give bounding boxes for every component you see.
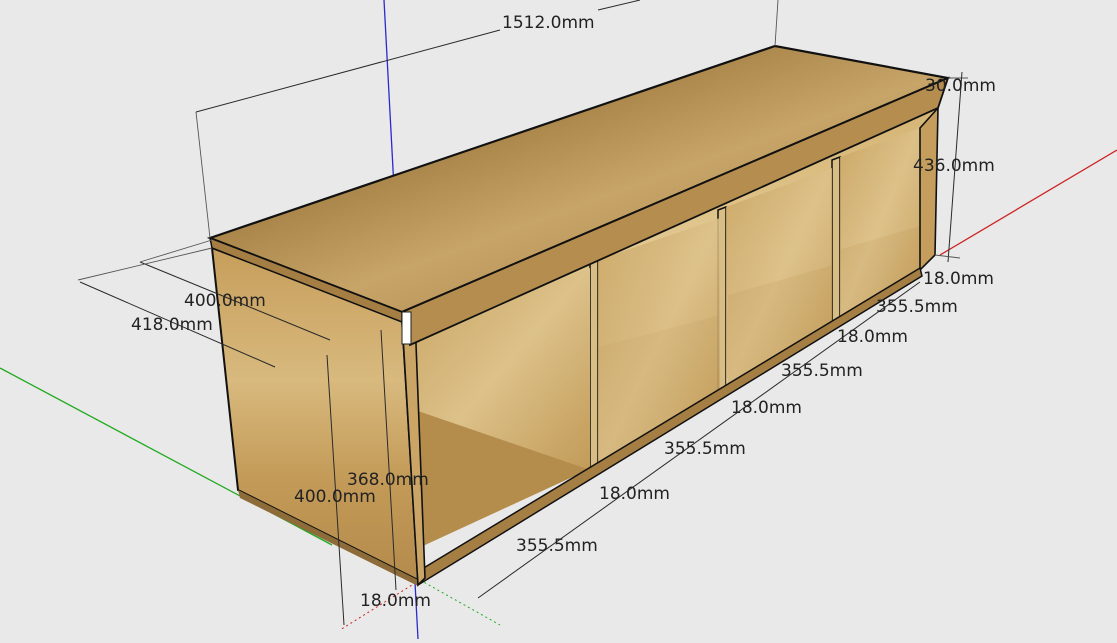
dim-height-right: 436.0mm [913,156,995,176]
model-canvas[interactable]: 1512.0mm 30.0mm 436.0mm 18.0mm 355.5mm 1… [0,0,1117,640]
selection-highlight [401,311,412,345]
dim-bottom-thickness: 18.0mm [360,591,431,611]
dim-divider-2: 18.0mm [731,398,802,418]
sketchup-viewport[interactable]: 1512.0mm 30.0mm 436.0mm 18.0mm 355.5mm 1… [0,0,1117,640]
dim-cell-4: 355.5mm [876,297,958,317]
dim-overall-length: 1512.0mm [502,13,595,33]
dim-cell-3: 355.5mm [781,361,863,381]
divider-3 [831,155,841,326]
dim-divider-3: 18.0mm [837,327,908,347]
dim-inner-depth: 400.0mm [184,291,266,311]
dim-divider-1: 18.0mm [599,484,670,504]
dim-side-height: 400.0mm [294,487,376,507]
divider-1 [589,259,599,474]
dim-cell-1: 355.5mm [516,536,598,556]
dim-outer-depth: 418.0mm [131,315,213,335]
dim-side-bottom-right: 18.0mm [923,269,994,289]
right-side-panel [919,105,939,272]
divider-3-face [840,128,920,318]
green-axis-dotted [419,579,501,626]
dim-cell-2: 355.5mm [664,439,746,459]
dim-top-thickness: 30.0mm [925,76,996,96]
